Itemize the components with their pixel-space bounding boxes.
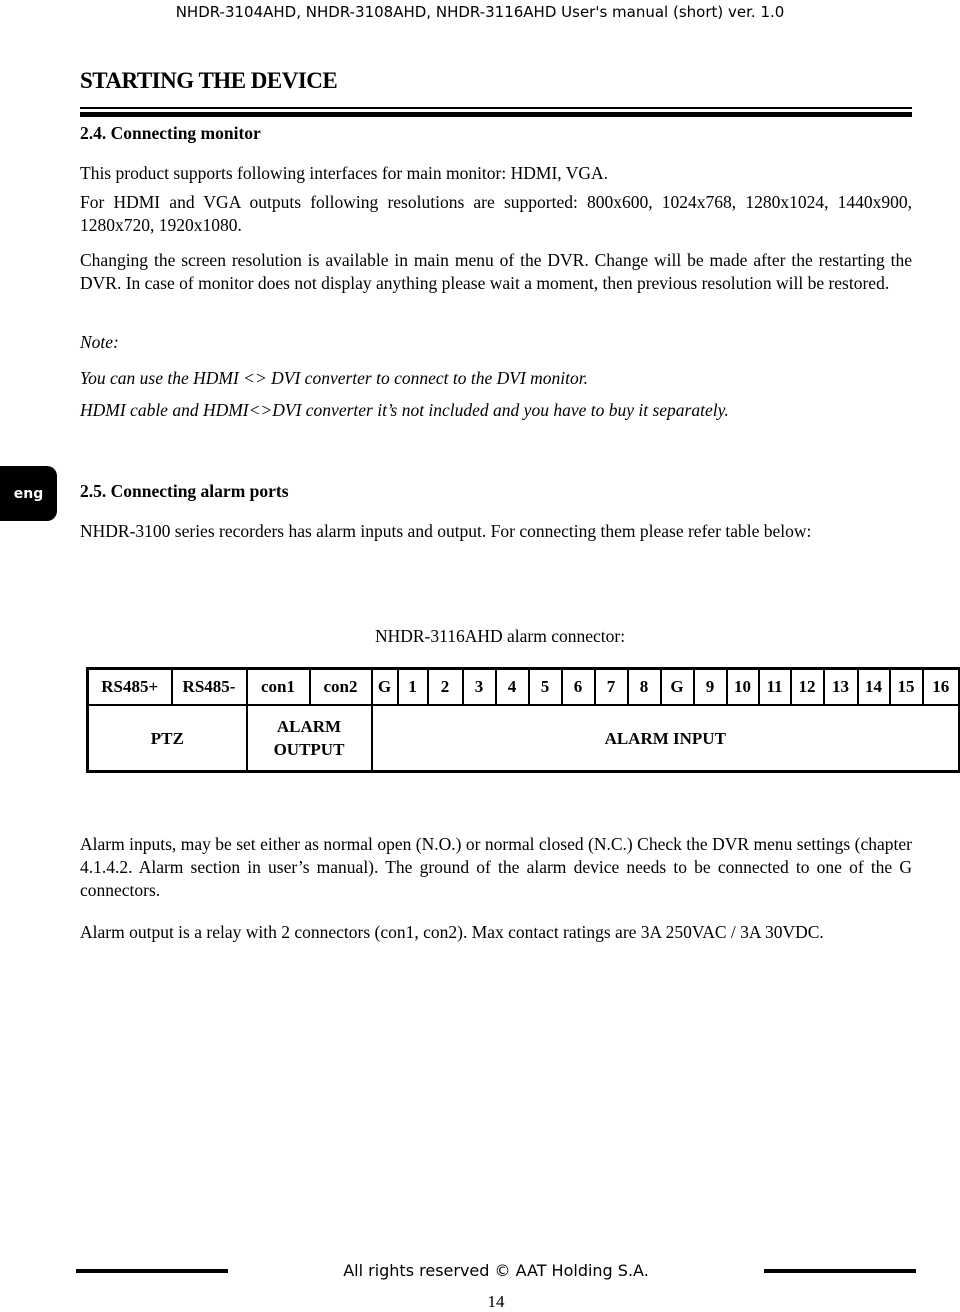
pin-row: RS485+ RS485- con1 con2 G 1 2 3 4 5 6 7 8 G 9 10 11 12 13 1… — [86, 667, 960, 706]
pin-cell: 16 — [921, 667, 960, 706]
page-number: 14 — [487, 1292, 505, 1311]
pin-cell: 2 — [426, 667, 464, 706]
pin-cell: 13 — [822, 667, 859, 706]
paragraph: Changing the screen resolution is availa… — [80, 250, 912, 293]
paragraph: For HDMI and VGA outputs following resol… — [80, 192, 912, 235]
pin-cell: 5 — [527, 667, 563, 706]
group-alarm-output: ALARM OUTPUT — [245, 704, 373, 773]
pin-cell: G — [370, 667, 399, 706]
pin-cell: 11 — [757, 667, 792, 706]
paragraph: Alarm inputs, may be set either as norma… — [80, 834, 912, 900]
manual-page: NHDR-3104AHD, NHDR-3108AHD, NHDR-3116AHD… — [0, 0, 960, 1312]
footer-copyright: All rights reserved © AAT Holding S.A. — [343, 1261, 649, 1280]
note-text: HDMI cable and HDMI<>DVI converter it’s … — [80, 400, 729, 420]
pin-cell: RS485- — [170, 667, 248, 706]
pin-cell: RS485+ — [86, 667, 173, 706]
pin-cell: 12 — [789, 667, 825, 706]
title-rule-thin — [80, 107, 912, 109]
pin-cell: con1 — [245, 667, 311, 706]
note-text: You can use the HDMI <> DVI converter to… — [80, 368, 589, 388]
pin-cell: 10 — [725, 667, 760, 706]
pin-cell: 15 — [888, 667, 924, 706]
section-heading-2-4: 2.4. Connecting monitor — [80, 123, 261, 143]
pin-cell: 14 — [856, 667, 891, 706]
table-caption: NHDR-3116AHD alarm connector: — [374, 626, 626, 646]
chapter-title: STARTING THE DEVICE — [80, 68, 338, 93]
group-alarm-input: ALARM INPUT — [370, 704, 960, 773]
language-tab: eng — [0, 466, 57, 521]
pin-cell: 4 — [494, 667, 530, 706]
alarm-connector-table: RS485+ RS485- con1 con2 G 1 2 3 4 5 6 7 8 G 9 10 11 12 13 1… — [86, 667, 960, 773]
pin-cell: 9 — [692, 667, 728, 706]
pin-cell: 8 — [626, 667, 662, 706]
pin-cell: 1 — [396, 667, 429, 706]
paragraph: This product supports following interfac… — [80, 163, 608, 183]
pin-cell: 6 — [560, 667, 596, 706]
group-ptz: PTZ — [86, 704, 248, 773]
pin-cell: 7 — [593, 667, 629, 706]
title-rule-thick — [80, 112, 912, 117]
pin-cell: 3 — [461, 667, 497, 706]
pin-cell: G — [659, 667, 695, 706]
paragraph: NHDR-3100 series recorders has alarm inp… — [80, 521, 812, 541]
section-heading-2-5: 2.5. Connecting alarm ports — [80, 481, 289, 501]
note-label: Note: — [80, 332, 119, 352]
group-row: PTZ ALARM OUTPUT ALARM INPUT — [86, 704, 960, 773]
paragraph: Alarm output is a relay with 2 connector… — [80, 922, 824, 942]
running-header: NHDR-3104AHD, NHDR-3108AHD, NHDR-3116AHD… — [175, 3, 785, 21]
pin-cell: con2 — [308, 667, 373, 706]
